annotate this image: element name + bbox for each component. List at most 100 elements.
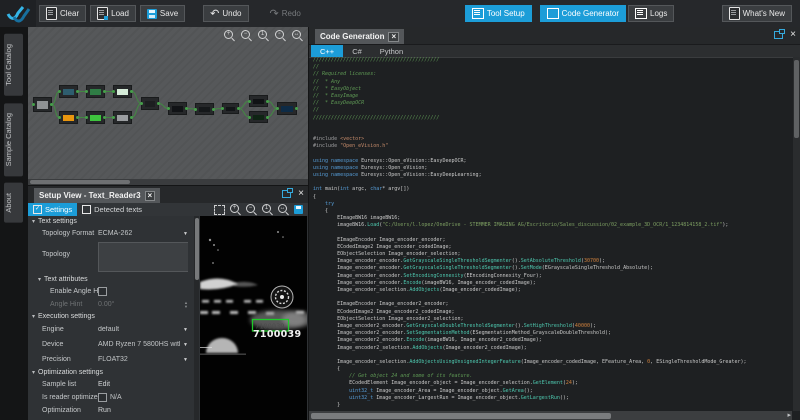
image-preview[interactable]: 7100039 7100039 [200,216,307,420]
setting-label: Optimization [42,407,81,414]
zoom-fit-icon[interactable]: ↔ [292,30,303,41]
topology-textbox[interactable] [98,242,188,272]
processing-node[interactable] [58,111,79,124]
sidebar-tab-about[interactable]: About [4,183,23,223]
code-line: // [313,64,320,71]
scrollbar-thumb[interactable] [194,218,199,280]
source-image-node[interactable] [32,97,53,112]
processing-node[interactable] [248,111,269,123]
code-line: Image_encoder_selection.AddObjects(Image… [313,287,521,293]
chevron-down-icon[interactable]: ▼ [183,231,188,237]
spinner-arrows-icon[interactable]: ▲ ▼ [184,301,188,308]
clear-label: Clear [60,9,80,18]
close-icon[interactable]: × [388,31,400,42]
chevron-down-icon[interactable]: ▼ [183,327,188,333]
code-generation-tab[interactable]: Code Generation × [315,29,405,44]
popout-icon[interactable] [774,28,786,39]
pipeline-canvas[interactable]: + −1 ▫ ↔ [27,27,309,185]
tab-cpp[interactable]: C++ [311,45,344,57]
zoom-in-icon[interactable]: + [230,204,241,215]
checkbox[interactable] [98,393,107,402]
select-region-icon[interactable] [214,204,225,215]
zoom-original-icon[interactable]: 1 [258,30,269,41]
setting-label: Topology Format [42,230,95,237]
logs-button[interactable]: Logs [628,5,675,22]
processing-node[interactable] [58,85,79,98]
spinner-value[interactable]: 0.00° [98,301,181,308]
code-horizontal-scrollbar[interactable]: ▸ [309,411,792,420]
zoom-selection-icon[interactable]: ▫ [275,30,286,41]
setup-view-tab[interactable]: Setup View - Text_Reader3 × [34,188,161,203]
close-icon[interactable]: × [298,189,304,199]
combine-node[interactable] [140,97,160,110]
redo-button[interactable]: ↷ Redo [263,5,308,22]
tool-setup-button[interactable]: Tool Setup [464,5,532,22]
close-icon[interactable]: × [144,190,156,201]
device-dropdown[interactable]: AMD Ryzen 7 5800HS with Radeon▼ [98,337,188,352]
detected-text-label: 7100039 [253,329,302,340]
processing-node[interactable] [248,95,269,107]
collapse-icon[interactable]: ▾ [32,313,35,320]
tab-csharp[interactable]: C# [343,45,371,57]
collapse-icon[interactable]: ▾ [38,276,41,283]
scrollbar-thumb[interactable] [311,412,611,419]
code-line: // Required licenses: [313,71,377,78]
zoom-out-icon[interactable]: − [241,30,252,41]
checkbox[interactable] [98,287,107,296]
popout-icon[interactable] [282,187,294,198]
tab-settings[interactable]: ✓ Settings [28,203,78,216]
undo-button[interactable]: ↶ Undo [203,5,249,22]
zoom-out-icon[interactable]: − [246,204,257,215]
processing-node[interactable] [112,85,133,98]
zoom-fit-icon[interactable]: ↔ [278,204,289,215]
checkbox-suffix-label: N/A [110,394,122,401]
load-button[interactable]: Load [90,5,136,22]
scrollbar-thumb[interactable] [794,60,799,138]
generated-code-editor[interactable]: ////////////////////////////////////////… [309,57,797,411]
setting-angle-hint: Angle Hint 0.00° ▲ ▼ [28,298,194,311]
scroll-right-arrow-icon[interactable]: ▸ [787,411,791,420]
run-button[interactable]: Run [98,407,111,414]
processing-node[interactable] [194,103,215,115]
collapse-icon[interactable]: ▾ [32,369,35,376]
code-line: uint32_t Image_encoder_LargestRun = Imag… [349,394,569,401]
settings-scrollbar[interactable] [194,216,199,420]
tab-python[interactable]: Python [371,45,412,57]
engine-dropdown[interactable]: default ▼ [98,322,188,337]
zoom-in-icon[interactable]: + [224,30,235,41]
setting-enable-angle-hint: Enable Angle Hint [28,285,194,298]
topology-format-dropdown[interactable]: ECMA-262 ▼ [98,227,188,240]
clear-button[interactable]: Clear [39,5,87,22]
processing-node[interactable] [85,85,106,98]
processing-node[interactable] [167,102,188,115]
sidebar-tab-sample-catalog[interactable]: Sample Catalog [4,102,23,177]
tab-detected-texts[interactable]: Detected texts [77,203,147,216]
precision-dropdown[interactable]: FLOAT32 ▼ [98,352,188,367]
sidebar-tab-tool-catalog[interactable]: Tool Catalog [4,34,23,96]
close-icon[interactable]: × [790,30,796,40]
processing-node[interactable] [85,111,106,124]
output-node[interactable] [276,102,298,115]
setting-engine: Engine default ▼ [28,322,194,337]
scrollbar-thumb[interactable] [30,180,130,184]
code-line: try [325,200,335,207]
node-thumbnail [90,115,101,121]
setup-view-toolbar: ✓ Settings Detected texts + −1 ↔ [28,203,309,216]
node-thumbnail [253,99,264,104]
edit-button[interactable]: Edit [98,381,110,388]
chevron-down-icon[interactable]: ▼ [183,357,188,363]
graph-zoom-toolbar: + −1 ▫ ↔ [224,30,303,41]
code-vertical-scrollbar[interactable] [793,57,800,411]
save-image-icon[interactable] [294,205,303,214]
collapse-icon[interactable]: ▾ [32,218,35,225]
processing-node[interactable] [221,103,240,114]
code-line: ////////////////////////////////////////… [313,114,440,121]
processing-node[interactable] [112,111,133,124]
save-button[interactable]: Save [139,5,186,22]
chevron-down-icon[interactable]: ▼ [183,342,188,348]
code-generator-button[interactable]: Code Generator [539,5,627,22]
whats-new-button[interactable]: What's New [721,5,792,22]
zoom-original-icon[interactable]: 1 [262,204,273,215]
app-logo-icon [0,0,36,27]
dropdown-value: ECMA-262 [98,230,133,237]
